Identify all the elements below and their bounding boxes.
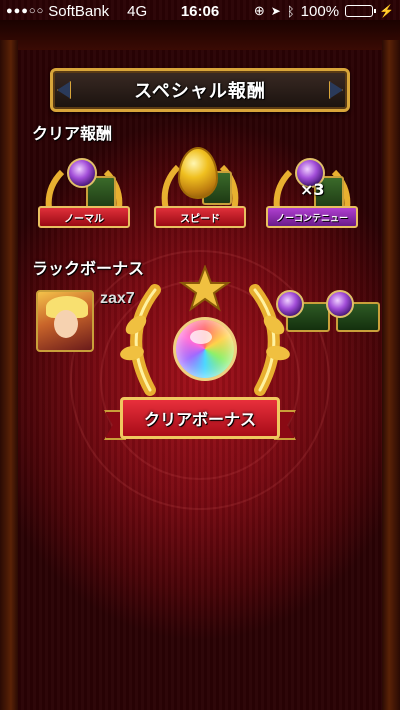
bluetooth-icon: ᛒ [286,3,295,19]
status-bar: ●●●○○ SoftBank 4G 16:06 ⊕ ➤ ᛒ 100% ⚡ [0,0,400,22]
title-plate: スペシャル報酬 [50,68,350,112]
reward-badge-normal[interactable]: ノーマル [34,150,134,245]
frame-left [0,40,18,710]
orb-icon [326,290,354,318]
golden-egg-icon [178,147,218,199]
luck-bonus-chest [326,290,382,334]
player-avatar [36,290,94,352]
badge-ribbon: スピード [154,206,246,228]
reward-badge-speed[interactable]: スピード [150,145,250,240]
clear-reward-label: クリア報酬 [32,124,113,143]
rainbow-orb-icon [173,317,237,381]
page-title: スペシャル報酬 [134,81,266,102]
avatar-face [54,310,78,338]
title-cap-right [329,81,343,99]
reward-multiplier: ×3 [300,180,325,199]
battery-percent: 100% [300,2,340,20]
rotation-lock-icon: ⊕ [253,3,265,18]
reward-badge-no-continue[interactable]: ×3 ノーコンテニュー [262,150,362,245]
location-icon: ➤ [270,4,281,18]
clear-bonus-ribbon: クリアボーナス [120,397,280,439]
battery-icon [345,5,377,17]
title-cap-left [57,81,71,99]
charging-icon: ⚡ [379,4,394,18]
badge-ribbon: ノーコンテニュー [266,206,358,228]
orb-icon [67,158,97,188]
frame-right [382,40,400,710]
frame-top [0,20,400,50]
badge-ribbon: ノーマル [38,206,130,228]
